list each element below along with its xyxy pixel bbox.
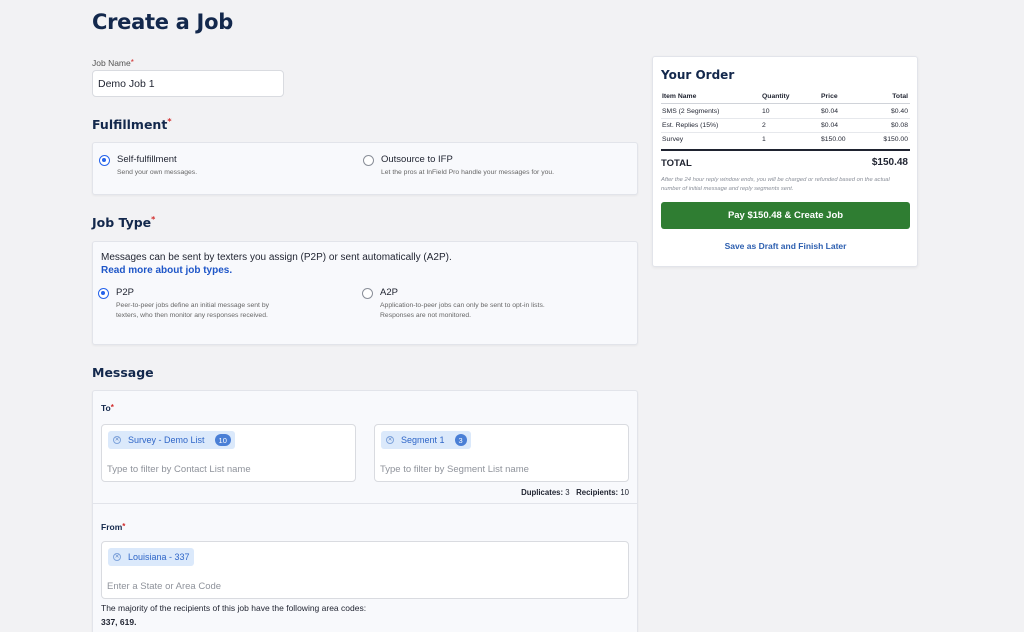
to-label: To*	[101, 403, 114, 413]
segment-chip[interactable]: ✕ Segment 1 3	[381, 431, 471, 449]
divider	[93, 503, 637, 504]
count-badge: 10	[214, 434, 231, 446]
recipient-summary: Duplicates: 3 Recipients: 10	[521, 488, 629, 497]
radio-button-selected[interactable]	[99, 155, 110, 166]
divider	[661, 103, 910, 104]
total-label: TOTAL	[661, 158, 692, 169]
area-code-note: The majority of the recipients of this j…	[101, 603, 367, 613]
remove-chip-icon[interactable]: ✕	[386, 436, 394, 444]
radio-button[interactable]	[362, 288, 373, 299]
divider	[661, 149, 910, 151]
fulfillment-card: Self-fulfillment Send your own messages.…	[92, 142, 638, 195]
job-name-input[interactable]: Demo Job 1	[92, 70, 284, 97]
divider	[661, 118, 910, 119]
area-code-chip[interactable]: ✕ Louisiana - 337	[108, 548, 194, 566]
job-types-link[interactable]: Read more about job types.	[101, 265, 232, 276]
order-row-item: Survey	[662, 136, 684, 143]
billing-fine-print: After the 24 hour reply window ends, you…	[661, 177, 890, 192]
message-title: Message	[92, 365, 154, 380]
contact-list-filter-input[interactable]: Type to filter by Contact List name	[107, 464, 251, 475]
order-row-qty: 2	[762, 122, 766, 129]
remove-chip-icon[interactable]: ✕	[113, 553, 121, 561]
job-name-label: Job Name*	[92, 58, 134, 68]
radio-button-selected[interactable]	[98, 288, 109, 299]
required-asterisk: *	[151, 215, 156, 224]
required-asterisk: *	[122, 522, 126, 531]
required-asterisk: *	[110, 403, 114, 412]
order-row-total: $0.40	[890, 108, 908, 115]
radio-p2p[interactable]: P2P Peer-to-peer jobs define an initial …	[98, 287, 269, 320]
column-header: Item Name	[662, 93, 697, 100]
order-row-qty: 10	[762, 108, 770, 115]
count-badge: 3	[454, 434, 467, 446]
remove-chip-icon[interactable]: ✕	[113, 436, 121, 444]
required-asterisk: *	[167, 117, 172, 126]
page-title: Create a Job	[92, 10, 233, 34]
radio-self-fulfillment[interactable]: Self-fulfillment Send your own messages.	[99, 154, 197, 178]
column-header: Price	[821, 93, 838, 100]
order-row-total: $0.08	[890, 122, 908, 129]
job-type-title: Job Type*	[92, 215, 156, 230]
from-area-code-selector[interactable]: ✕ Louisiana - 337 Enter a State or Area …	[101, 541, 629, 599]
order-summary-panel: Your Order Item Name Quantity Price Tota…	[652, 56, 918, 267]
order-row-total: $150.00	[883, 136, 908, 143]
order-row-item: SMS (2 Segments)	[662, 108, 720, 115]
area-code-input[interactable]: Enter a State or Area Code	[107, 581, 221, 592]
order-row-price: $150.00	[821, 136, 846, 143]
divider	[661, 132, 910, 133]
job-type-intro: Messages can be sent by texters you assi…	[101, 252, 452, 263]
radio-outsource-ifp[interactable]: Outsource to IFP Let the pros at InField…	[363, 154, 554, 178]
column-header: Total	[892, 93, 908, 100]
required-asterisk: *	[130, 58, 134, 67]
segment-list-selector[interactable]: ✕ Segment 1 3 Type to filter by Segment …	[374, 424, 629, 482]
order-title: Your Order	[661, 68, 735, 82]
order-row-price: $0.04	[821, 122, 839, 129]
radio-button[interactable]	[363, 155, 374, 166]
radio-a2p[interactable]: A2P Application-to-peer jobs can only be…	[362, 287, 545, 320]
contact-list-chip[interactable]: ✕ Survey - Demo List 10	[108, 431, 235, 449]
contact-list-selector[interactable]: ✕ Survey - Demo List 10 Type to filter b…	[101, 424, 356, 482]
segment-list-filter-input[interactable]: Type to filter by Segment List name	[380, 464, 529, 475]
area-code-list: 337, 619.	[101, 617, 137, 627]
save-draft-link[interactable]: Save as Draft and Finish Later	[661, 241, 910, 251]
pay-and-create-button[interactable]: Pay $150.48 & Create Job	[661, 202, 910, 229]
order-row-qty: 1	[762, 136, 766, 143]
total-value: $150.48	[871, 157, 908, 168]
from-label: From*	[101, 522, 126, 532]
fulfillment-title: Fulfillment*	[92, 117, 172, 132]
order-row-price: $0.04	[821, 108, 839, 115]
column-header: Quantity	[762, 93, 790, 100]
order-row-item: Est. Replies (15%)	[662, 122, 719, 129]
